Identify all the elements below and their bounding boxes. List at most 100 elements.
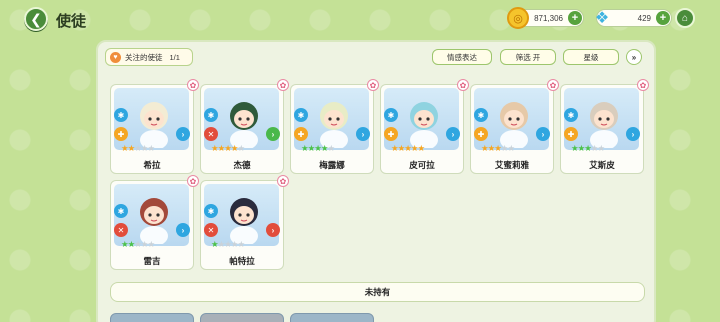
- star-empty-icon: ★: [237, 239, 246, 249]
- unowned-card-peek[interactable]: [110, 313, 194, 322]
- star-filled-icon: ★: [494, 143, 502, 153]
- star-rating: ★★★★★: [301, 143, 336, 154]
- star-filled-icon: ★: [417, 143, 426, 153]
- star-sort-button[interactable]: 星级: [563, 49, 619, 65]
- star-rating: ★★★★★: [211, 143, 246, 154]
- favorite-filter[interactable]: ♥ 关注的使徒 1/1: [105, 48, 193, 66]
- gold-counter: ◎ 871,306 +: [507, 7, 584, 29]
- character-card[interactable]: ✱ ✚ › ✿ ★★★★★ 艾斯皮: [560, 79, 649, 174]
- double-chevron-down-icon: »: [631, 52, 637, 62]
- element-icon: ✱: [204, 108, 218, 122]
- star-filled-icon: ★: [211, 143, 219, 153]
- character-card[interactable]: ✱ ✚ › ✿ ★★★★★ 希拉: [110, 79, 199, 174]
- heart-icon: ♥: [110, 51, 121, 63]
- star-empty-icon: ★: [140, 143, 149, 153]
- filter-button[interactable]: 筛选 开: [500, 49, 556, 65]
- position-icon: ›: [266, 223, 280, 237]
- chibi-character-image: [500, 102, 528, 148]
- gold-amount: 871,306: [534, 13, 563, 23]
- star-rating: ★★★★★: [571, 143, 606, 154]
- role-icon: ✚: [474, 127, 488, 141]
- unowned-card-peek[interactable]: [200, 313, 284, 322]
- star-empty-icon: ★: [134, 143, 142, 153]
- character-card[interactable]: ✱ ✚ › ✿ ★★★★★ 梅露娜: [290, 79, 379, 174]
- star-empty-icon: ★: [507, 143, 516, 153]
- character-card[interactable]: ✱ ✕ › ✿ ★★★★★ 杰德: [200, 79, 289, 174]
- star-filled-icon: ★: [211, 239, 219, 249]
- element-icon: ✱: [474, 108, 488, 122]
- gem-counter: ❖ 429 +: [595, 9, 672, 27]
- star-filled-icon: ★: [584, 143, 592, 153]
- flower-icon: ✿: [547, 79, 559, 91]
- star-empty-icon: ★: [237, 143, 246, 153]
- star-empty-icon: ★: [224, 239, 232, 249]
- position-icon: ›: [176, 127, 190, 141]
- role-icon: ✚: [114, 127, 128, 141]
- role-icon: ✚: [384, 127, 398, 141]
- star-rating: ★★★★★: [481, 143, 516, 154]
- role-icon: ✕: [114, 223, 128, 237]
- flower-icon: ✿: [457, 79, 469, 91]
- character-panel: ♥ 关注的使徒 1/1 情感表达 筛选 开 星级 » ✱ ✚ › ✿ ★★★★★ 希拉 ✱ ✕…: [96, 40, 656, 322]
- star-rating: ★★★★★: [391, 143, 426, 154]
- chevron-left-icon: ❮: [30, 10, 42, 27]
- home-button[interactable]: ⌂: [675, 8, 695, 28]
- position-icon: ›: [356, 127, 370, 141]
- flower-icon: ✿: [187, 79, 199, 91]
- element-icon: ✱: [384, 108, 398, 122]
- character-name: 雷吉: [143, 256, 161, 266]
- chibi-character-image: [410, 102, 438, 148]
- character-name: 杰德: [233, 160, 251, 170]
- role-icon: ✕: [204, 223, 218, 237]
- back-button[interactable]: ❮: [24, 7, 48, 31]
- add-gem-button[interactable]: +: [656, 11, 670, 25]
- character-name: 皮可拉: [409, 160, 435, 170]
- star-empty-icon: ★: [500, 143, 509, 153]
- star-filled-icon: ★: [121, 239, 129, 249]
- unowned-card-peek[interactable]: [290, 313, 374, 322]
- character-card[interactable]: ✱ ✚ › ✿ ★★★★★ 皮可拉: [380, 79, 469, 174]
- star-filled-icon: ★: [320, 143, 329, 153]
- flower-icon: ✿: [367, 79, 379, 91]
- page-title: 使徒: [56, 13, 87, 30]
- favorite-label: 关注的使徒: [125, 52, 163, 62]
- not-owned-header[interactable]: 未持有: [110, 282, 645, 302]
- flower-icon: ✿: [277, 79, 289, 91]
- element-icon: ✱: [114, 204, 128, 218]
- chibi-character-image: [590, 102, 618, 148]
- character-card[interactable]: ✱ ✕ › ✿ ★★★★★ 帕特拉: [200, 175, 289, 270]
- star-filled-icon: ★: [121, 143, 129, 153]
- star-filled-icon: ★: [314, 143, 322, 153]
- star-filled-icon: ★: [481, 143, 489, 153]
- star-empty-icon: ★: [147, 143, 156, 153]
- star-empty-icon: ★: [134, 239, 142, 249]
- star-filled-icon: ★: [410, 143, 419, 153]
- emotion-button[interactable]: 情感表达: [432, 49, 492, 65]
- star-rating: ★★★★★: [121, 143, 156, 154]
- element-icon: ✱: [204, 204, 218, 218]
- collapse-button[interactable]: »: [626, 49, 642, 65]
- character-card[interactable]: ✱ ✕ › ✿ ★★★★★ 雷吉: [110, 175, 199, 270]
- star-filled-icon: ★: [230, 143, 239, 153]
- crystal-icon: ❖: [594, 10, 610, 27]
- chibi-character-image: [320, 102, 348, 148]
- element-icon: ✱: [294, 108, 308, 122]
- star-empty-icon: ★: [140, 239, 149, 249]
- character-card[interactable]: ✱ ✚ › ✿ ★★★★★ 艾蜜莉雅: [470, 79, 559, 174]
- add-gold-button[interactable]: +: [568, 11, 582, 25]
- flower-icon: ✿: [277, 175, 289, 187]
- star-empty-icon: ★: [327, 143, 336, 153]
- position-icon: ›: [266, 127, 280, 141]
- star-empty-icon: ★: [597, 143, 606, 153]
- gem-amount: 429: [637, 13, 651, 23]
- position-icon: ›: [446, 127, 460, 141]
- star-empty-icon: ★: [230, 239, 239, 249]
- character-name: 帕特拉: [229, 256, 255, 266]
- coin-icon: ◎: [507, 7, 529, 29]
- character-name: 梅露娜: [319, 160, 345, 170]
- position-icon: ›: [626, 127, 640, 141]
- star-filled-icon: ★: [224, 143, 232, 153]
- flower-icon: ✿: [187, 175, 199, 187]
- star-filled-icon: ★: [404, 143, 412, 153]
- role-icon: ✚: [294, 127, 308, 141]
